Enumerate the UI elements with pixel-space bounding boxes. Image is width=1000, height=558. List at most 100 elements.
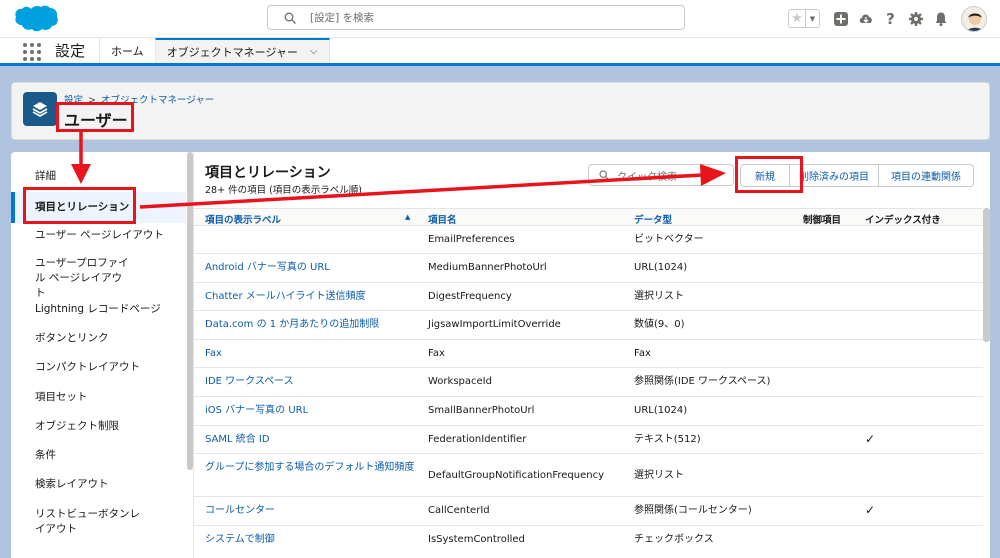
global-header: [設定] を検索 ★ ▼ ? xyxy=(0,0,1000,37)
app-navigation-bar: 設定 ホーム オブジェクトマネージャー ⌵ xyxy=(0,37,1000,66)
sidebar-item-profile-page-layouts[interactable]: ユーザープロファイル ページレイアウト xyxy=(11,256,131,301)
table-row: グループに参加する場合のデフォルト通知頻度 DefaultGroupNotifi… xyxy=(194,454,983,497)
field-label-link[interactable]: グループに参加する場合のデフォルト通知頻度 xyxy=(205,461,415,475)
annotation-highlight-sidebar-item xyxy=(23,187,136,224)
sort-ascending-icon[interactable]: ▲ xyxy=(405,213,410,221)
tab-home[interactable]: ホーム xyxy=(100,38,155,63)
field-data-type: 選択リスト xyxy=(634,470,684,481)
annotation-highlight-new-button xyxy=(735,156,803,193)
field-api-name: Fax xyxy=(428,348,445,359)
field-data-type: 数値(9、0) xyxy=(634,319,685,330)
sidebar-item-conditions[interactable]: 条件 xyxy=(11,448,186,463)
table-row: SAML 統合 ID FederationIdentifier テキスト(512… xyxy=(194,426,983,454)
field-data-type: 参照関係(IDE ワークスペース) xyxy=(634,376,771,387)
indexed-check-icon: ✓ xyxy=(865,503,876,517)
app-launcher-icon[interactable] xyxy=(23,43,41,61)
field-label-link[interactable]: コールセンター xyxy=(205,504,417,518)
field-api-name: EmailPreferences xyxy=(428,234,515,245)
table-row: EmailPreferences ビットベクター xyxy=(194,226,983,254)
chevron-down-icon[interactable]: ⌵ xyxy=(310,46,318,57)
field-data-type: 選択リスト xyxy=(634,291,684,302)
tab-object-manager[interactable]: オブジェクトマネージャー ⌵ xyxy=(154,38,330,63)
panel-title: 項目とリレーション xyxy=(205,165,331,181)
sidebar-item-search-layouts[interactable]: 検索レイアウト xyxy=(11,477,186,492)
favorites-star-icon[interactable]: ★ xyxy=(789,10,806,27)
page-header: 設定 > オブジェクトマネージャー ユーザー xyxy=(11,82,990,140)
fields-relationships-panel: 項目とリレーション 28+ 件の項目 (項目の表示ラベル順) クイック検索 新規… xyxy=(193,152,990,558)
field-api-name: SmallBannerPhotoUrl xyxy=(428,405,535,416)
table-row: iOS バナー写真の URL SmallBannerPhotoUrl URL(1… xyxy=(194,397,983,426)
indexed-check-icon: ✓ xyxy=(865,432,876,446)
column-header-data-type[interactable]: データ型 xyxy=(634,212,672,226)
tab-home-label: ホーム xyxy=(111,44,144,58)
tab-object-manager-label: オブジェクトマネージャー xyxy=(166,45,298,59)
field-label-link[interactable]: Chatter メールハイライト送信頻度 xyxy=(205,290,417,304)
field-label-link[interactable]: Android バナー写真の URL xyxy=(205,261,417,275)
field-data-type: 参照関係(コールセンター) xyxy=(634,505,752,516)
annotation-highlight-title xyxy=(56,102,134,132)
field-api-name: MediumBannerPhotoUrl xyxy=(428,262,547,273)
field-api-name: FederationIdentifier xyxy=(428,434,527,445)
add-icon[interactable] xyxy=(833,11,849,27)
table-row: IDE ワークスペース WorkspaceId 参照関係(IDE ワークスペース… xyxy=(194,368,983,397)
field-label-link[interactable]: IDE ワークスペース xyxy=(205,375,417,389)
field-api-name: CallCenterId xyxy=(428,505,490,516)
search-icon xyxy=(284,12,296,24)
favorites-group: ★ ▼ xyxy=(788,9,820,28)
table-row: Fax Fax Fax xyxy=(194,340,983,368)
field-data-type: チェックボックス xyxy=(634,534,714,545)
setup-gear-icon[interactable] xyxy=(908,11,924,27)
global-search-input[interactable]: [設定] を検索 xyxy=(267,5,685,30)
field-api-name: WorkspaceId xyxy=(428,376,492,387)
app-name: 設定 xyxy=(55,38,101,63)
field-api-name: IsSystemControlled xyxy=(428,534,525,545)
sidebar-item-compact-layouts[interactable]: コンパクトレイアウト xyxy=(11,360,186,375)
table-row: システムで制御 IsSystemControlled チェックボックス xyxy=(194,526,983,555)
header-utility-icons: ★ ▼ ? xyxy=(788,0,1000,37)
table-header: 項目の表示ラベル ▲ 項目名 データ型 制御項目 インデックス付き xyxy=(194,208,983,226)
field-data-type: テキスト(512) xyxy=(634,434,701,445)
field-data-type: URL(1024) xyxy=(634,405,688,416)
field-api-name: JigsawImportLimitOverride xyxy=(428,319,561,330)
quick-search-placeholder: クイック検索 xyxy=(617,171,677,183)
table-row: Android バナー写真の URL MediumBannerPhotoUrl … xyxy=(194,254,983,283)
sidebar-item-page-layouts[interactable]: ユーザー ページレイアウト xyxy=(11,228,186,243)
sidebar-item-object-limits[interactable]: オブジェクト制限 xyxy=(11,419,186,434)
sidebar-item-field-sets[interactable]: 項目セット xyxy=(11,390,186,405)
deleted-fields-button[interactable]: 削除済みの項目 xyxy=(790,164,879,187)
table-row: Data.com の 1 か月あたりの追加制限 JigsawImportLimi… xyxy=(194,311,983,340)
table-scrollbar[interactable] xyxy=(983,208,990,342)
trailhead-icon[interactable] xyxy=(858,11,874,27)
field-label-link[interactable]: Fax xyxy=(205,347,417,361)
field-label-link[interactable]: iOS バナー写真の URL xyxy=(205,404,417,418)
quick-search-input[interactable]: クイック検索 xyxy=(588,164,734,186)
sidebar-item-buttons-links[interactable]: ボタンとリンク xyxy=(11,331,186,346)
help-icon[interactable]: ? xyxy=(883,10,899,28)
field-dependencies-button[interactable]: 項目の連動関係 xyxy=(879,164,974,187)
global-search-placeholder: [設定] を検索 xyxy=(310,12,375,24)
column-header-controlling-field[interactable]: 制御項目 xyxy=(803,212,841,226)
sidebar-item-lightning-record-pages[interactable]: Lightning レコードページ xyxy=(11,302,186,317)
field-label-link[interactable]: Data.com の 1 か月あたりの追加制限 xyxy=(205,318,417,332)
sidebar-item-list-view-button-layout[interactable]: リストビューボタンレイアウト xyxy=(11,507,146,537)
field-data-type: Fax xyxy=(634,348,651,359)
notification-bell-icon[interactable] xyxy=(933,11,949,27)
column-header-field-label[interactable]: 項目の表示ラベル xyxy=(205,212,281,226)
table-row: Chatter メールハイライト送信頻度 DigestFrequency 選択リ… xyxy=(194,283,983,311)
field-data-type: URL(1024) xyxy=(634,262,688,273)
sidebar-item-details[interactable]: 詳細 xyxy=(11,169,186,184)
chevron-down-icon[interactable]: ▼ xyxy=(806,10,819,27)
field-api-name: DigestFrequency xyxy=(428,291,512,302)
column-header-field-name[interactable]: 項目名 xyxy=(428,212,457,226)
column-header-indexed[interactable]: インデックス付き xyxy=(865,212,941,226)
field-api-name: DefaultGroupNotificationFrequency xyxy=(428,470,605,481)
salesforce-logo[interactable] xyxy=(12,5,59,33)
field-data-type: ビットベクター xyxy=(634,234,704,245)
user-avatar[interactable] xyxy=(961,5,987,32)
object-layers-icon xyxy=(23,92,57,126)
table-row: コールセンター CallCenterId 参照関係(コールセンター) ✓ xyxy=(194,497,983,526)
field-label-link[interactable]: システムで制御 xyxy=(205,533,417,547)
field-label-link[interactable]: SAML 統合 ID xyxy=(205,433,417,447)
panel-subtitle: 28+ 件の項目 (項目の表示ラベル順) xyxy=(205,185,363,196)
search-icon xyxy=(599,170,609,180)
